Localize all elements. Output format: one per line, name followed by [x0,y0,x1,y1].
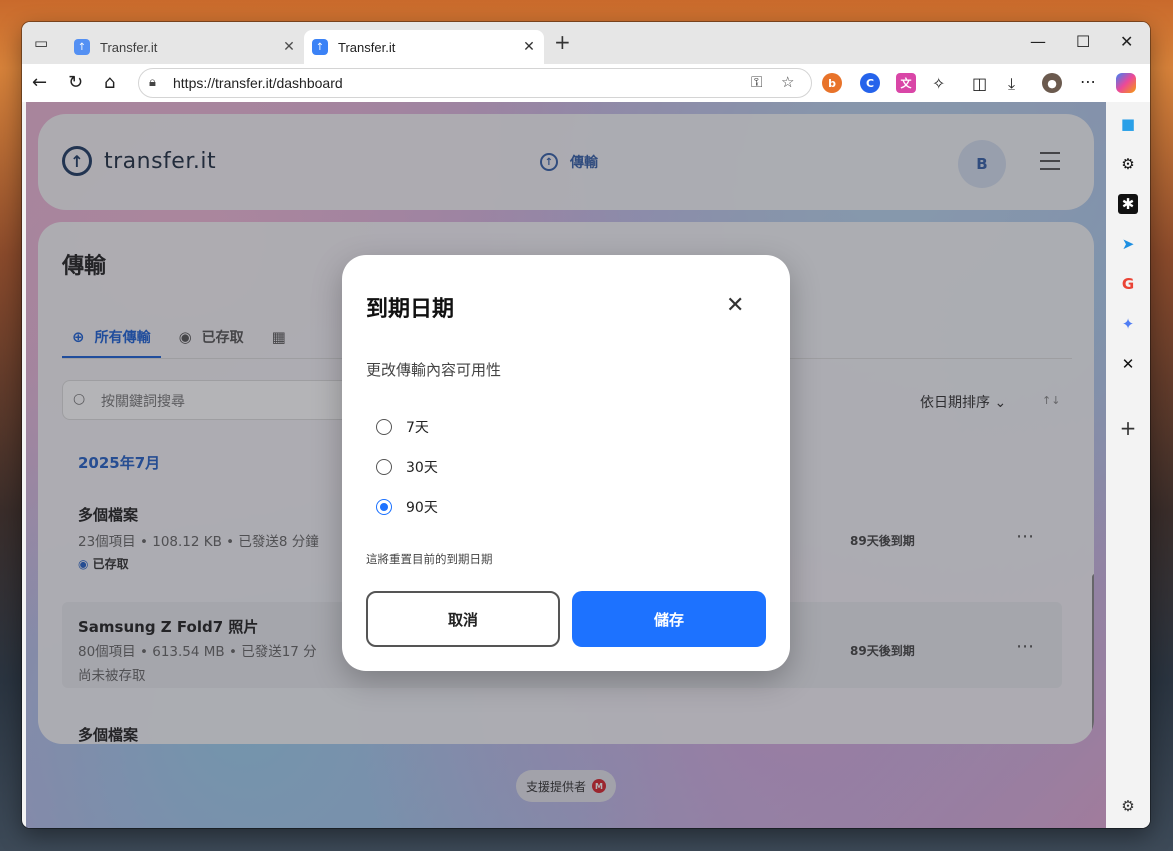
tab-actions-icon[interactable]: ▭ [34,34,48,52]
option-7-days[interactable]: 7天 [376,417,429,437]
downloads-icon[interactable]: ⤓ [1008,74,1015,94]
new-tab-icon[interactable]: + [554,30,571,54]
url-text: https://transfer.it/dashboard [173,75,343,91]
radio-button-selected[interactable] [376,499,392,515]
close-icon[interactable]: ✕ [726,293,744,318]
close-window-icon[interactable]: ✕ [1120,32,1133,51]
save-button[interactable]: 儲存 [572,591,766,647]
chatgpt-icon[interactable]: ⚙ [1118,154,1138,174]
browser-tab-1[interactable]: ↑ Transfer.it ✕ [66,30,304,64]
more-menu-icon[interactable]: ⋯ [1080,72,1096,91]
expiry-dialog: 到期日期 ✕ 更改傳輸內容可用性 7天 30天 90天 這將重置目前的到期日期 … [342,255,790,671]
maximize-icon[interactable]: ☐ [1076,32,1090,51]
option-label: 30天 [406,460,438,476]
radio-button[interactable] [376,459,392,475]
option-label: 90天 [406,500,438,516]
sidebar-tool-icon[interactable]: ■ [1118,114,1138,134]
tab-title: Transfer.it [338,39,396,55]
split-screen-icon[interactable]: ◫ [972,74,987,93]
tab-strip: ▭ ↑ Transfer.it ✕ ↑ Transfer.it ✕ + — ☐ … [22,22,1150,64]
extensions-icon[interactable]: ✧ [932,74,945,93]
cancel-button[interactable]: 取消 [366,591,560,647]
close-tab-icon[interactable]: ✕ [518,39,540,55]
translate-extension-icon[interactable]: 文 [896,73,916,93]
browser-toolbar: ← ↻ ⌂ 🔒︎ https://transfer.it/dashboard ⚿… [22,64,1150,102]
browser-tab-2[interactable]: ↑ Transfer.it ✕ [304,30,544,64]
address-bar[interactable]: 🔒︎ https://transfer.it/dashboard ⚿ ☆ [138,68,812,98]
sidebar-app-icon[interactable]: ✱ [1118,194,1138,214]
favorite-star-icon[interactable]: ☆ [781,73,794,91]
extension-icon-2[interactable]: C [860,73,880,93]
telegram-icon[interactable]: ➤ [1118,234,1138,254]
gemini-icon[interactable]: ✦ [1118,314,1138,334]
google-icon[interactable]: G [1118,274,1138,294]
copilot-icon[interactable] [1116,73,1136,93]
option-label: 7天 [406,420,429,436]
profile-avatar[interactable]: ● [1042,73,1062,93]
radio-button[interactable] [376,419,392,435]
dialog-note: 這將重置目前的到期日期 [366,552,493,566]
close-tab-icon[interactable]: ✕ [278,39,300,55]
minimize-icon[interactable]: — [1030,32,1046,51]
option-90-days[interactable]: 90天 [376,497,438,517]
home-icon[interactable]: ⌂ [104,72,115,93]
back-icon[interactable]: ← [32,72,47,93]
sidebar-settings-gear-icon[interactable]: ⚙ [1118,796,1138,816]
add-sidebar-app-icon[interactable]: + [1118,416,1138,440]
extension-icon-1[interactable]: b [822,73,842,93]
x-app-icon[interactable]: ✕ [1118,354,1138,374]
option-30-days[interactable]: 30天 [376,457,438,477]
transfer-favicon-icon: ↑ [312,39,328,55]
dialog-subtitle: 更改傳輸內容可用性 [366,361,502,379]
edge-sidebar: ■ ⚙ ✱ ➤ G ✦ ✕ + ⚙ [1105,102,1150,828]
transfer-favicon-icon: ↑ [74,39,90,55]
dialog-title: 到期日期 [366,297,455,322]
site-info-icon[interactable]: 🔒︎ [149,75,156,90]
refresh-icon[interactable]: ↻ [68,72,83,93]
tab-title: Transfer.it [100,39,158,55]
key-icon[interactable]: ⚿ [751,73,762,91]
